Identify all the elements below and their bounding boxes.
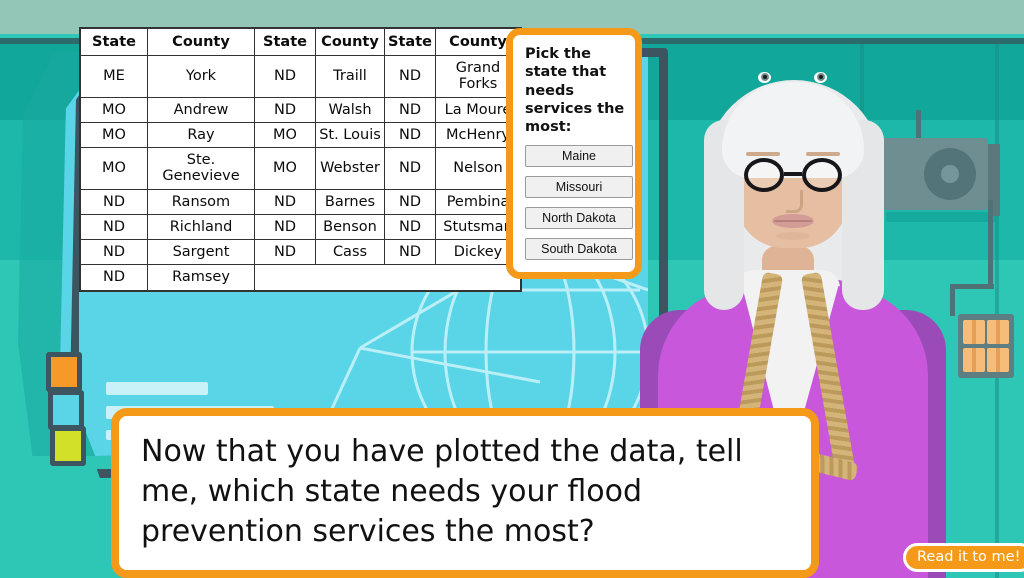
question-prompt: Pick the state that needs services the m… [525,46,625,136]
scene-root: State County State County State County M… [0,0,1024,578]
column-header: State [79,27,148,57]
option-button-maine[interactable]: Maine [525,145,633,168]
table-cell: MO [254,147,316,190]
table-cell: ND [79,264,148,292]
table-cell: York [147,55,255,98]
table-cell: ND [254,213,316,241]
table-cell: St. Louis [315,121,385,149]
column-header: County [147,27,255,57]
table-cell: Cass [315,239,385,266]
county-data-table: State County State County State County M… [79,27,522,292]
table-cell: Ransom [147,188,255,215]
column-header: State [254,27,316,57]
table-cell: ND [384,121,436,149]
column-header: County [315,27,385,57]
hologram-edge-button-orange[interactable] [46,352,82,392]
table-cell: ME [79,55,148,98]
avatar-chin [776,232,810,240]
question-panel: Pick the state that needs services the m… [506,28,642,280]
table-cell: ND [79,239,148,266]
dialogue-box: Now that you have plotted the data, tell… [111,408,819,578]
table-row: MO Ste. Genevieve MO Webster ND Nelson [79,147,522,190]
table-row: ND Ransom ND Barnes ND Pembina [79,188,522,215]
option-button-south-dakota[interactable]: South Dakota [525,238,633,261]
table-header-row: State County State County State County [79,27,522,57]
option-button-north-dakota[interactable]: North Dakota [525,207,633,230]
table-row: MO Andrew ND Walsh ND La Moure [79,96,522,123]
table-cell: ND [254,188,316,215]
table-row: ND Ramsey [79,264,522,292]
table-cell: Traill [315,55,385,98]
table-cell-empty [254,264,522,292]
table-cell: ND [79,188,148,215]
wall-outlet-icon [958,314,1014,378]
column-header: State [384,27,436,57]
avatar-eyebrow-right [806,152,840,156]
table-cell: MO [79,96,148,123]
table-cell: MO [254,121,316,149]
table-cell: ND [384,55,436,98]
table-cell: Benson [315,213,385,241]
table-cell: ND [384,96,436,123]
hologram-edge-button-cyan[interactable] [48,390,84,430]
table-row: ND Richland ND Benson ND Stutsman [79,213,522,241]
table-cell: Ray [147,121,255,149]
table-cell: ND [254,96,316,123]
table-cell: Sargent [147,239,255,266]
avatar-eye-left [758,72,771,83]
table-cell: ND [384,147,436,190]
wall-seam [995,44,999,578]
table-cell: Walsh [315,96,385,123]
table-cell: ND [384,213,436,241]
table-row: ME York ND Traill ND Grand Forks [79,55,522,98]
hologram-edge-button-yellow[interactable] [50,426,86,466]
pipe-icon [988,200,993,288]
dialogue-text: Now that you have plotted the data, tell… [141,434,743,549]
read-aloud-button[interactable]: Read it to me! [903,543,1024,572]
avatar-eye-right [814,72,827,83]
table-cell: MO [79,147,148,190]
table-cell: Andrew [147,96,255,123]
table-cell: Ste. Genevieve [147,147,255,190]
table-cell: Webster [315,147,385,190]
table-cell: MO [79,121,148,149]
table-cell: ND [384,239,436,266]
table-cell: Richland [147,213,255,241]
avatar-mouth [772,214,814,228]
table-cell: ND [254,55,316,98]
table-cell: ND [79,213,148,241]
table-row: ND Sargent ND Cass ND Dickey [79,239,522,266]
table-cell: Ramsey [147,264,255,292]
table-cell: ND [254,239,316,266]
table-row: MO Ray MO St. Louis ND McHenry [79,121,522,149]
table-cell: ND [384,188,436,215]
avatar-nose [786,190,803,213]
table-cell: Barnes [315,188,385,215]
avatar-eyebrow-left [746,152,780,156]
glasses-icon [744,158,842,192]
option-button-missouri[interactable]: Missouri [525,176,633,199]
